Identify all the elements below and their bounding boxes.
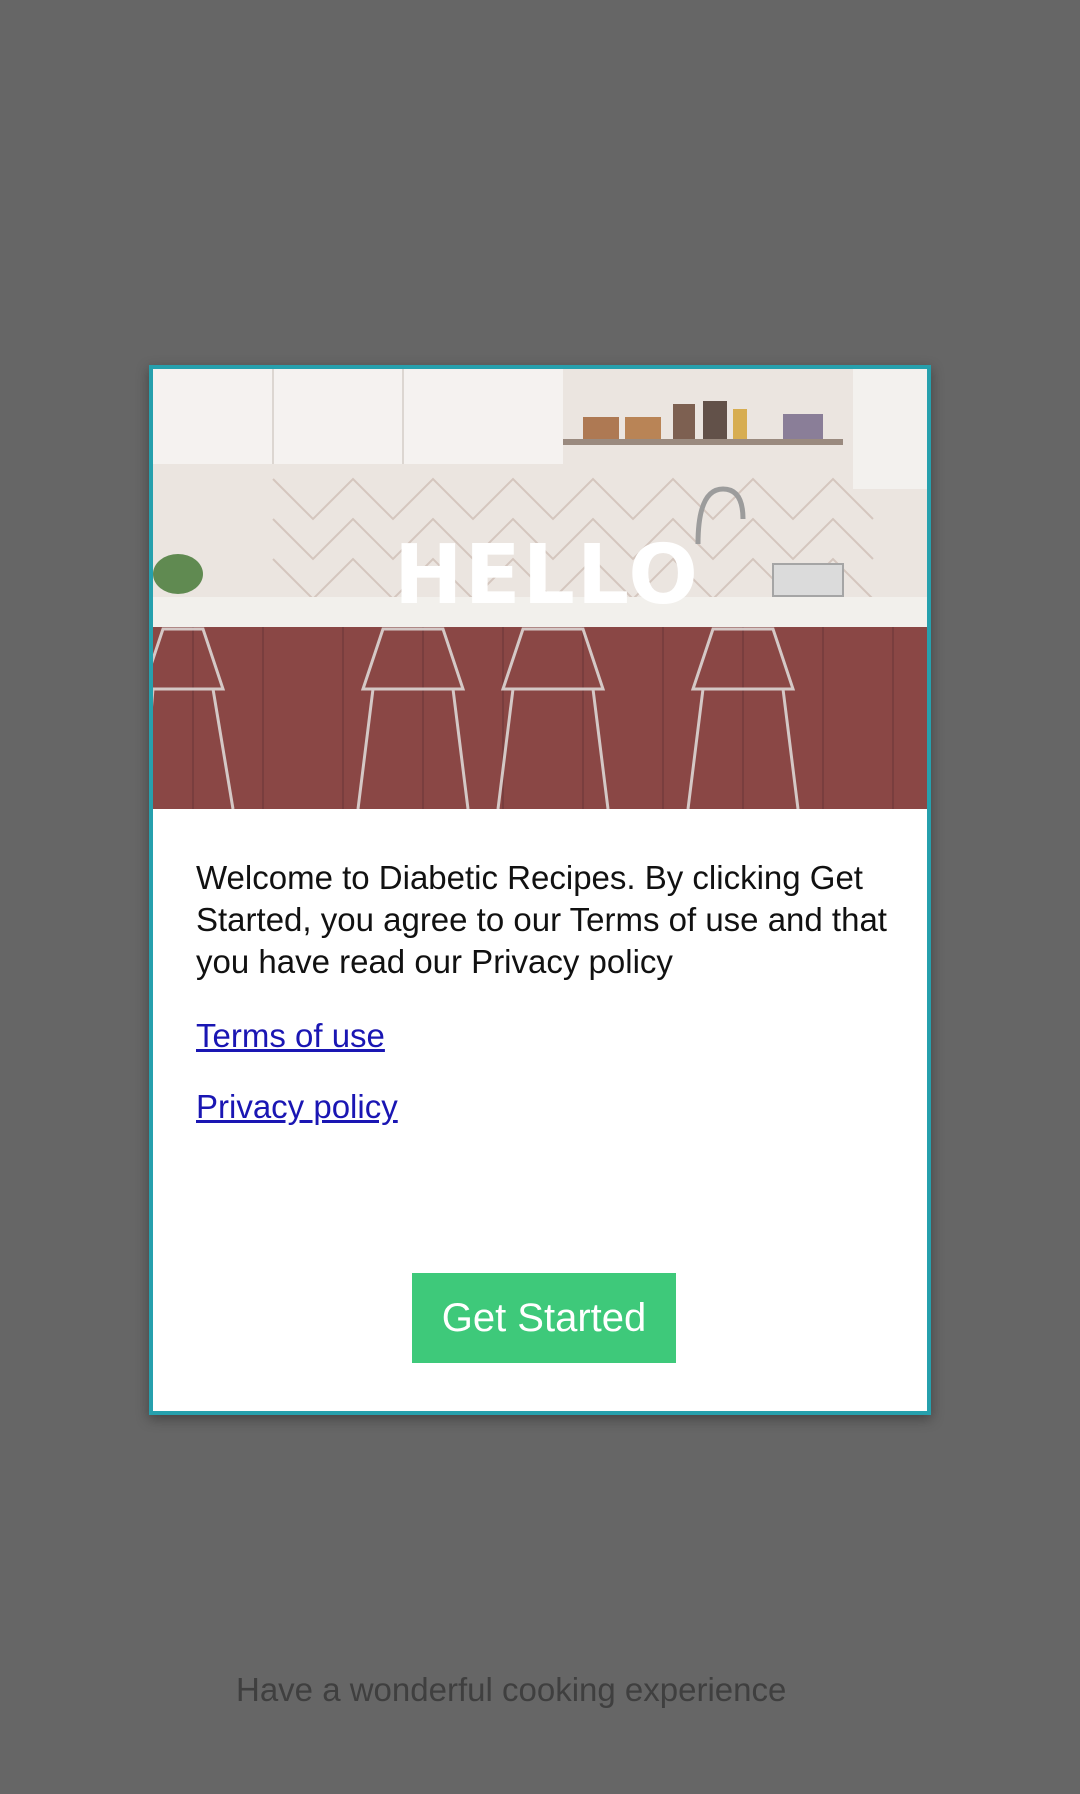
get-started-button[interactable]: Get Started	[412, 1273, 676, 1363]
welcome-message: Welcome to Diabetic Recipes. By clicking…	[196, 859, 887, 980]
hero-image: HELLO	[153, 369, 927, 809]
terms-of-use-link[interactable]: Terms of use	[196, 1016, 385, 1056]
footer-tagline: Have a wonderful cooking experience	[236, 1671, 787, 1708]
privacy-policy-link[interactable]: Privacy policy	[196, 1087, 398, 1127]
hero-title: HELLO	[394, 528, 700, 623]
welcome-dialog: HELLO Welcome to Diabetic Recipes. By cl…	[149, 365, 931, 1415]
